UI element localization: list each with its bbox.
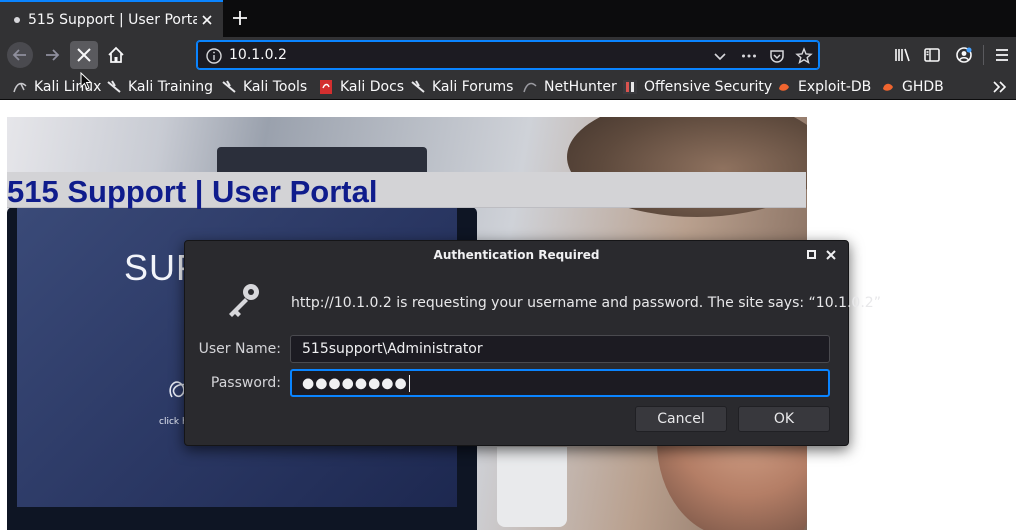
bookmark-kali-docs[interactable]: Kali Docs [318, 77, 404, 97]
bookmark-exploit-db[interactable]: Exploit-DB [776, 77, 871, 97]
toolbar-divider [983, 45, 984, 65]
bookmark-label: Kali Forums [432, 79, 514, 95]
bookmark-ghdb[interactable]: GHDB [880, 77, 944, 97]
home-icon[interactable] [102, 41, 130, 69]
bookmark-label: NetHunter [544, 79, 617, 95]
chevron-down-icon[interactable] [711, 47, 729, 65]
password-value: ●●●●●●●● [302, 375, 408, 392]
forward-icon[interactable] [38, 41, 66, 69]
ok-button[interactable]: OK [738, 406, 830, 432]
dialog-message: http://10.1.0.2 is requesting your usern… [291, 295, 881, 311]
stop-loading-icon[interactable] [70, 41, 98, 69]
text-caret [408, 375, 410, 392]
kali-dragon-icon [221, 79, 237, 95]
bookmark-label: Exploit-DB [798, 79, 872, 95]
kali-dragon-icon [410, 79, 426, 95]
password-label: Password: [210, 375, 281, 391]
nethunter-icon [522, 79, 538, 95]
navigation-toolbar: 10.1.0.2 [0, 37, 1016, 73]
hamburger-menu-icon[interactable] [988, 41, 1016, 69]
maximize-icon[interactable] [807, 250, 816, 259]
bookmark-offensive-security[interactable]: Offensive Security [622, 77, 772, 97]
sidebar-icon[interactable] [918, 41, 946, 69]
account-icon[interactable] [950, 41, 978, 69]
mouse-pointer-icon [80, 72, 94, 92]
dialog-title: Authentication Required [433, 248, 600, 262]
username-field[interactable]: 515support\Administrator [290, 335, 830, 363]
bookmarks-toolbar: Kali Linux Kali Training Kali Tools Kali… [0, 73, 1016, 100]
tab-active[interactable]: 515 Support | User Portal [0, 0, 223, 37]
bookmark-label: GHDB [902, 79, 944, 95]
bookmark-kali-training[interactable]: Kali Training [106, 77, 213, 97]
kali-dragon-icon [106, 79, 122, 95]
page-title-band: 515 Support | User Portal [7, 172, 806, 209]
site-info-icon[interactable] [205, 47, 223, 65]
dialog-titlebar[interactable]: Authentication Required [185, 241, 848, 269]
password-field[interactable]: ●●●●●●●● [290, 369, 830, 397]
cancel-button[interactable]: Cancel [635, 406, 727, 432]
bookmark-label: Kali Training [128, 79, 213, 95]
username-value: 515support\Administrator [302, 341, 483, 357]
hero-cup [497, 447, 567, 527]
url-text[interactable]: 10.1.0.2 [229, 47, 287, 63]
url-bar[interactable]: 10.1.0.2 [196, 40, 820, 70]
bookmark-nethunter[interactable]: NetHunter [522, 77, 617, 97]
tab-strip: 515 Support | User Portal [0, 0, 1016, 37]
kali-dragon-icon [12, 79, 28, 95]
bookmark-label: Kali Docs [340, 79, 405, 95]
exploitdb-icon [776, 79, 792, 95]
bookmark-star-icon[interactable] [795, 47, 813, 65]
library-icon[interactable] [888, 41, 916, 69]
ghdb-icon [880, 79, 896, 95]
bookmark-label: Offensive Security [644, 79, 773, 95]
tab-loading-dot [14, 16, 20, 23]
username-label: User Name: [198, 341, 281, 357]
offsec-icon [622, 79, 638, 95]
page-title: 515 Support | User Portal [7, 174, 378, 209]
page-actions-icon[interactable] [740, 47, 758, 65]
back-icon[interactable] [6, 41, 34, 69]
bookmark-kali-tools[interactable]: Kali Tools [221, 77, 307, 97]
close-icon[interactable] [824, 248, 838, 262]
chevron-more-icon[interactable] [990, 77, 1010, 97]
pocket-icon[interactable] [768, 47, 786, 65]
kali-docs-icon [318, 79, 334, 95]
bookmark-label: Kali Tools [243, 79, 308, 95]
new-tab-icon[interactable] [228, 6, 252, 30]
tab-title: 515 Support | User Portal [28, 11, 197, 28]
auth-dialog: Authentication Required http://10.1.0.2 … [184, 240, 881, 446]
bookmark-kali-forums[interactable]: Kali Forums [410, 77, 513, 97]
key-icon [221, 279, 265, 323]
close-tab-icon[interactable] [197, 10, 217, 30]
